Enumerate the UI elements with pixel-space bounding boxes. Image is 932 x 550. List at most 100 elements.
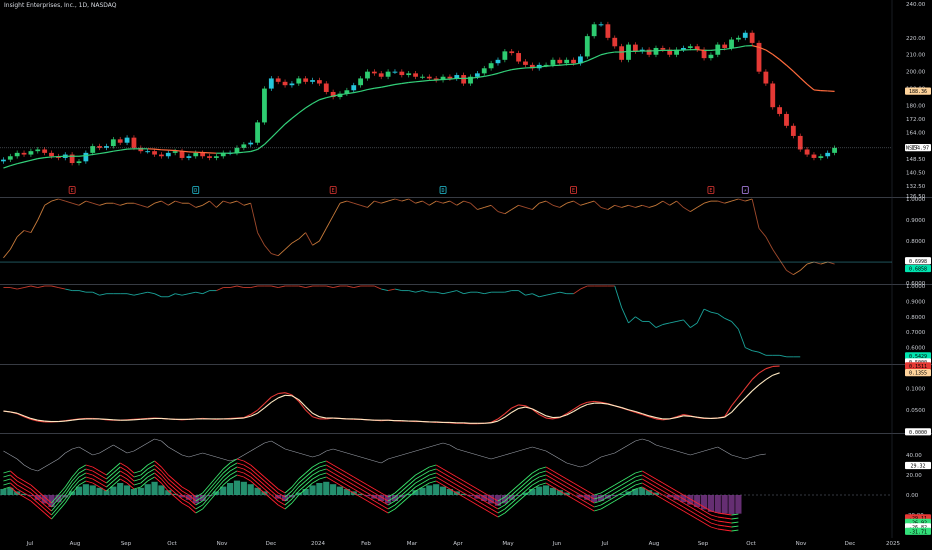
strength-segment — [552, 454, 560, 460]
oscillator-ribbon-segment — [449, 480, 458, 486]
oscillator-ribbon-segment — [710, 522, 718, 526]
candle — [193, 152, 199, 157]
oscillator-ribbon-segment — [339, 476, 348, 482]
candle — [632, 44, 638, 52]
moving-average-segment — [264, 137, 272, 145]
candle — [509, 51, 515, 54]
strength-segment — [642, 438, 650, 442]
oscillator-ribbon-segment — [71, 472, 80, 482]
oscillator-ribbon-segment — [690, 506, 698, 512]
strength-segment — [381, 458, 389, 464]
oscillator-ribbon-segment — [635, 478, 643, 482]
moving-average-segment — [799, 77, 808, 85]
series-segment — [745, 198, 753, 202]
candle — [406, 73, 412, 76]
oscillator-ribbon-segment — [387, 508, 396, 514]
candle — [200, 152, 206, 157]
price-tag-value: 154.97 — [911, 146, 929, 152]
candle — [488, 63, 494, 69]
oscillator-ribbon-segment — [621, 480, 629, 486]
p4-tag-c: 0.0000 — [909, 430, 927, 436]
moving-average-segment — [181, 150, 189, 153]
oscillator-ribbon-segment — [229, 466, 238, 472]
strength-segment — [333, 448, 341, 452]
oscillator-ribbon-segment — [449, 476, 458, 482]
oscillator-ribbon-segment — [58, 502, 66, 512]
oscillator-ribbon-segment — [346, 480, 354, 486]
series-segment — [793, 270, 801, 275]
oscillator-ribbon-segment — [85, 464, 93, 468]
oscillator-ribbon-segment — [559, 474, 567, 480]
series-segment — [669, 200, 677, 206]
series-segment — [126, 293, 135, 296]
strength-segment — [573, 464, 581, 468]
oscillator-ribbon-segment — [614, 480, 622, 486]
series-segment — [758, 351, 767, 356]
candle — [7, 156, 13, 160]
moving-average-segment — [37, 157, 45, 160]
series-segment — [786, 270, 794, 275]
candle — [152, 151, 157, 155]
moving-average-segment — [511, 68, 519, 71]
oscillator-ribbon-segment — [312, 466, 320, 472]
x-tick-label: Aug — [70, 541, 81, 547]
series-segment — [408, 290, 416, 293]
oscillator-ribbon-segment — [332, 476, 341, 482]
strength-segment — [168, 446, 176, 452]
oscillator-ribbon-segment — [374, 504, 382, 510]
oscillator-ribbon-segment — [71, 468, 80, 478]
oscillator-ribbon-segment — [429, 472, 437, 476]
series-segment — [587, 400, 595, 403]
moving-average-segment — [786, 64, 794, 72]
oscillator-ribbon-segment — [415, 478, 423, 484]
series-segment — [65, 200, 73, 204]
oscillator-ribbon-segment — [648, 474, 657, 480]
candle — [729, 39, 734, 48]
candle — [447, 76, 453, 79]
oscillator-ribbon-segment — [312, 478, 320, 484]
moving-average-segment — [298, 107, 307, 114]
y-tick-label: 140.50 — [906, 170, 926, 176]
oscillator-ribbon-segment — [374, 500, 382, 506]
histogram-bar — [110, 486, 117, 495]
series-segment — [51, 198, 59, 202]
strength-segment — [374, 460, 382, 464]
series-segment — [662, 200, 670, 206]
candle — [351, 85, 357, 91]
series-segment — [573, 200, 581, 206]
series-segment — [23, 230, 32, 234]
series-segment — [580, 202, 588, 206]
chart-canvas[interactable]: 240.00220.00210.00200.00190.00180.00172.… — [0, 0, 932, 550]
oscillator-ribbon-segment — [696, 510, 705, 516]
oscillator-ribbon-segment — [319, 464, 327, 468]
moving-average-segment — [593, 54, 602, 59]
series-segment — [799, 263, 808, 271]
series-segment — [545, 415, 554, 419]
series-segment — [284, 392, 293, 396]
candle — [399, 71, 405, 76]
histogram-bar — [130, 489, 138, 495]
oscillator-ribbon-segment — [463, 488, 471, 494]
oscillator-ribbon-segment — [332, 464, 341, 470]
histogram-bar — [529, 489, 536, 495]
y-tick-label: 1.0000 — [906, 284, 926, 290]
oscillator-ribbon-segment — [229, 470, 238, 476]
moving-average-segment — [367, 87, 375, 91]
oscillator-ribbon-segment — [312, 470, 320, 476]
moving-average-segment — [30, 158, 38, 161]
series-segment — [147, 202, 155, 208]
oscillator-ribbon-segment — [360, 480, 368, 486]
oscillator-ribbon-segment — [346, 484, 354, 490]
oscillator-ribbon-segment — [676, 502, 684, 508]
oscillator-ribbon-segment — [51, 506, 59, 516]
oscillator-ribbon-segment — [119, 470, 128, 476]
oscillator-ribbon-segment — [99, 474, 107, 480]
histogram-bar — [309, 485, 316, 495]
histogram-bar — [542, 485, 550, 495]
strength-segment — [23, 464, 32, 470]
oscillator-ribbon-segment — [236, 458, 244, 462]
moving-average-segment — [243, 150, 251, 153]
candle — [619, 46, 625, 60]
oscillator-ribbon-segment — [23, 484, 32, 490]
series-segment — [744, 390, 753, 399]
